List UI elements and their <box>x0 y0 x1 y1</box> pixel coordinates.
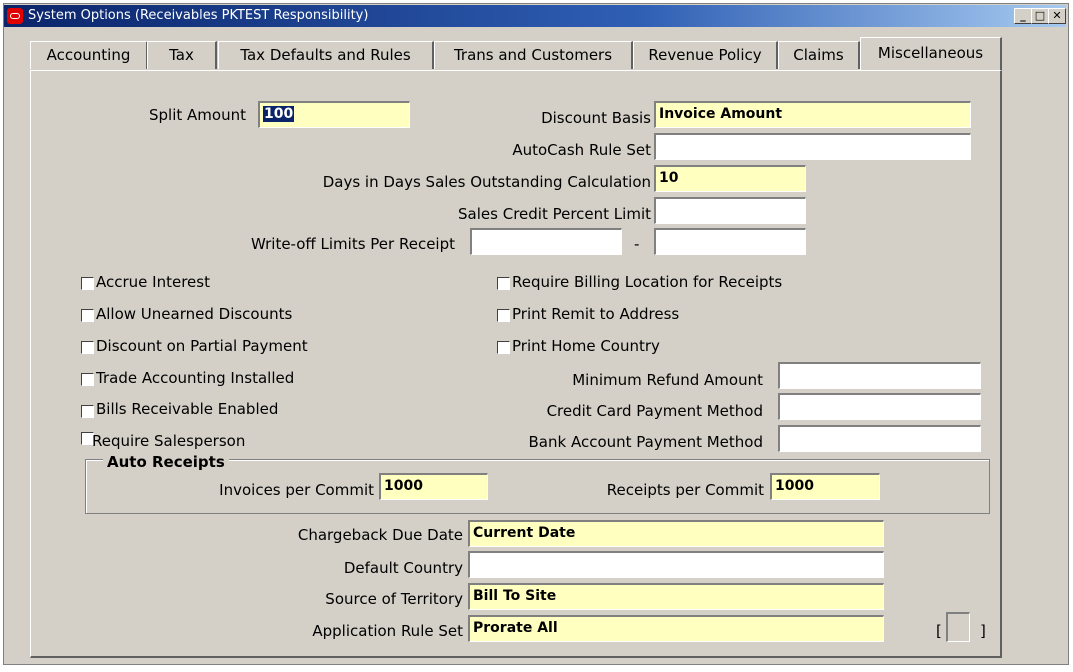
tab-tax[interactable]: Tax <box>147 41 217 69</box>
trade-accounting-installed-label: Trade Accounting Installed <box>96 369 295 387</box>
discount-on-partial-payment-checkbox[interactable] <box>81 341 94 354</box>
minimum-refund-amount-field[interactable] <box>778 362 981 389</box>
split-amount-label: Split Amount <box>149 106 246 124</box>
minimize-button[interactable]: _ <box>1014 8 1032 24</box>
autocash-rule-set-field[interactable] <box>654 133 971 160</box>
require-billing-location-checkbox[interactable] <box>497 277 510 290</box>
write-off-limit-to-field[interactable] <box>654 228 806 255</box>
tab-accounting[interactable]: Accounting <box>30 41 148 69</box>
accrue-interest-label: Accrue Interest <box>96 273 210 291</box>
split-amount-field[interactable]: 100 <box>258 101 410 128</box>
source-of-territory-label: Source of Territory <box>325 590 463 608</box>
application-rule-set-field[interactable]: Prorate All <box>468 615 884 642</box>
source-of-territory-field[interactable]: Bill To Site <box>468 583 884 610</box>
chargeback-due-date-label: Chargeback Due Date <box>297 526 463 544</box>
write-off-limit-from-field[interactable] <box>470 228 622 255</box>
sales-credit-percent-limit-label: Sales Credit Percent Limit <box>458 205 651 223</box>
days-dso-label: Days in Days Sales Outstanding Calculati… <box>322 173 651 191</box>
print-home-country-label: Print Home Country <box>512 337 660 355</box>
receipts-per-commit-label: Receipts per Commit <box>606 481 764 499</box>
title-bar[interactable]: System Options (Receivables PKTEST Respo… <box>4 5 1066 27</box>
require-salesperson-label: Require Salesperson <box>92 432 246 450</box>
tab-tax-defaults-and-rules[interactable]: Tax Defaults and Rules <box>218 41 434 69</box>
chargeback-due-date-field[interactable]: Current Date <box>468 520 884 547</box>
window-title: System Options (Receivables PKTEST Respo… <box>28 8 369 23</box>
bills-receivable-enabled-label: Bills Receivable Enabled <box>96 400 279 418</box>
invoices-per-commit-field[interactable]: 1000 <box>379 473 488 500</box>
auto-receipts-title: Auto Receipts <box>103 453 229 471</box>
invoices-per-commit-label: Invoices per Commit <box>219 481 374 499</box>
print-home-country-checkbox[interactable] <box>497 341 510 354</box>
receipts-per-commit-field[interactable]: 1000 <box>770 473 880 500</box>
descriptive-flexfield[interactable] <box>946 612 970 642</box>
discount-on-partial-payment-label: Discount on Partial Payment <box>96 337 308 355</box>
flexfield-open-bracket: [ <box>936 622 942 640</box>
default-country-label: Default Country <box>343 559 463 577</box>
write-off-limits-label: Write-off Limits Per Receipt <box>250 235 455 253</box>
minimum-refund-amount-label: Minimum Refund Amount <box>572 371 763 389</box>
flexfield-close-bracket: ] <box>980 622 986 640</box>
trade-accounting-installed-checkbox[interactable] <box>81 373 94 386</box>
print-remit-to-address-label: Print Remit to Address <box>512 305 680 323</box>
tab-revenue-policy[interactable]: Revenue Policy <box>633 41 778 69</box>
sales-credit-percent-limit-field[interactable] <box>654 197 806 224</box>
bank-account-payment-method-field[interactable] <box>778 425 981 452</box>
require-billing-location-label: Require Billing Location for Receipts <box>512 273 783 291</box>
bank-account-payment-method-label: Bank Account Payment Method <box>528 433 763 451</box>
discount-basis-label: Discount Basis <box>541 109 651 127</box>
bills-receivable-enabled-checkbox[interactable] <box>81 405 94 418</box>
close-button[interactable]: ✕ <box>1048 8 1066 24</box>
allow-unearned-discounts-label: Allow Unearned Discounts <box>96 305 293 323</box>
application-rule-set-label: Application Rule Set <box>312 622 463 640</box>
autocash-rule-set-label: AutoCash Rule Set <box>512 141 651 159</box>
tab-claims[interactable]: Claims <box>778 41 860 69</box>
discount-basis-field[interactable]: Invoice Amount <box>654 101 971 128</box>
accrue-interest-checkbox[interactable] <box>81 277 94 290</box>
tab-miscellaneous[interactable]: Miscellaneous <box>860 37 1002 72</box>
credit-card-payment-method-label: Credit Card Payment Method <box>546 402 763 420</box>
days-dso-field[interactable]: 10 <box>654 165 806 192</box>
print-remit-to-address-checkbox[interactable] <box>497 309 510 322</box>
write-off-separator: - <box>634 235 640 253</box>
credit-card-payment-method-field[interactable] <box>778 393 981 420</box>
oracle-icon <box>7 8 23 24</box>
maximize-button[interactable]: □ <box>1031 8 1049 24</box>
allow-unearned-discounts-checkbox[interactable] <box>81 309 94 322</box>
default-country-field[interactable] <box>468 551 884 578</box>
tab-trans-and-customers[interactable]: Trans and Customers <box>434 41 633 69</box>
